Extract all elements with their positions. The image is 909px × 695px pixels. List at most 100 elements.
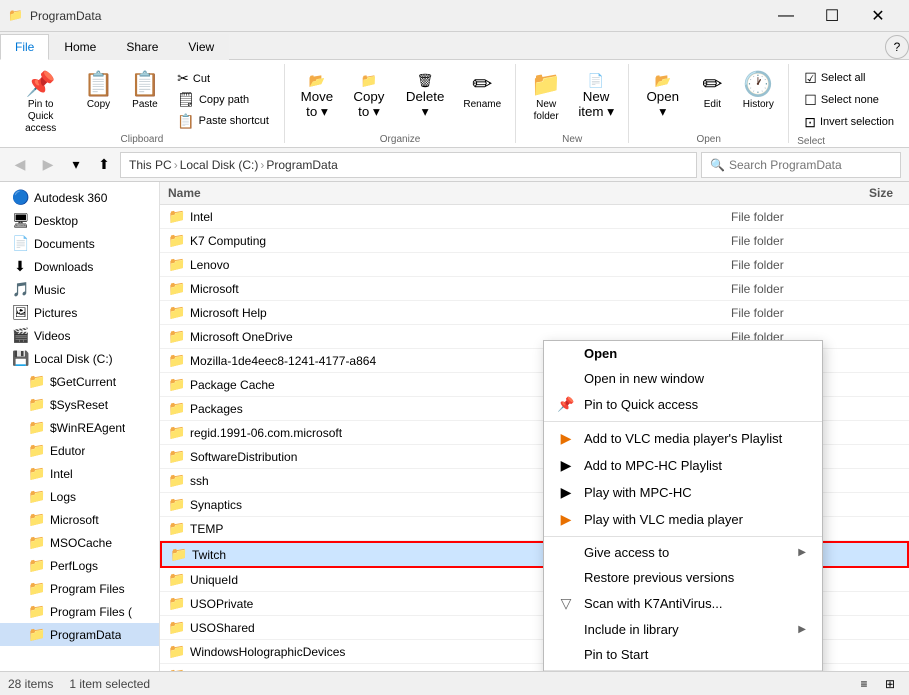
tab-view[interactable]: View (173, 34, 229, 60)
windows-holographic-name: WindowsHolographicDevices (190, 645, 571, 659)
sidebar-item-ssysreset[interactable]: 📁 $SysReset (0, 393, 159, 416)
select-all-button[interactable]: ☑ Select all (797, 68, 901, 88)
microsoft-icon: 📁 (28, 511, 44, 528)
edit-button[interactable]: ✏ Edit (692, 68, 732, 132)
sidebar-label-programdata: ProgramData (50, 628, 121, 642)
select-group-label: Select (797, 134, 901, 147)
paste-large-button[interactable]: 📋 Paste (124, 68, 166, 132)
sidebar-item-videos[interactable]: 🎬 Videos (0, 324, 159, 347)
ms-help-icon: 📁 (168, 304, 184, 321)
sidebar-item-desktop[interactable]: 🖥 Desktop (0, 209, 159, 232)
file-row-microsoft-help[interactable]: 📁 Microsoft Help File folder (160, 301, 909, 325)
move-to-button[interactable]: 📂 Moveto ▾ (293, 68, 341, 132)
sidebar-item-documents[interactable]: 📄 Documents (0, 232, 159, 255)
new-content: 📁 Newfolder 📄 Newitem ▾ (524, 68, 620, 132)
copy-path-label: Copy path (199, 94, 249, 106)
ctx-open-new-window[interactable]: Open in new window (544, 366, 822, 391)
ctx-play-mpc[interactable]: ▶ Play with MPC-HC (544, 479, 822, 506)
select-none-button[interactable]: ☐ Select none (797, 90, 901, 110)
sidebar-item-swinreagent[interactable]: 📁 $WinREAgent (0, 416, 159, 439)
usoshared-icon: 📁 (168, 619, 184, 636)
help-button[interactable]: ? (885, 35, 909, 59)
copy-path-button[interactable]: 🗒 Copy path (170, 90, 276, 110)
sidebar-item-sgetcurrent[interactable]: 📁 $GetCurrent (0, 370, 159, 393)
back-button[interactable]: ◀ (8, 153, 32, 177)
recent-locations-button[interactable]: ▾ (64, 153, 88, 177)
sidebar-item-localdisk[interactable]: 💾 Local Disk (C:) (0, 347, 159, 370)
pin-quick-access-button[interactable]: 📌 Pin to Quickaccess (8, 68, 73, 132)
path-thispc[interactable]: This PC (129, 158, 172, 172)
address-path[interactable]: This PC › Local Disk (C:) › ProgramData (120, 152, 697, 178)
ctx-add-mpc[interactable]: ▶ Add to MPC-HC Playlist (544, 452, 822, 479)
file-row-microsoft[interactable]: 📁 Microsoft File folder (160, 277, 909, 301)
microsoft-type: File folder (731, 282, 831, 296)
window-icon: 📁 (8, 8, 24, 24)
copy-icon: 📋 (84, 73, 114, 97)
up-button[interactable]: ⬆ (92, 153, 116, 177)
sgetcurrent-icon: 📁 (28, 373, 44, 390)
sidebar-item-intel[interactable]: 📁 Intel (0, 462, 159, 485)
sidebar-item-logs[interactable]: 📁 Logs (0, 485, 159, 508)
sidebar-item-music[interactable]: 🎵 Music (0, 278, 159, 301)
ctx-pin-start[interactable]: Pin to Start (544, 642, 822, 667)
ctx-give-access[interactable]: Give access to ▶ (544, 540, 822, 565)
ctx-pin-icon: 📌 (556, 396, 576, 413)
maximize-button[interactable]: ☐ (809, 0, 855, 32)
sidebar-item-msocache[interactable]: 📁 MSOCache (0, 531, 159, 554)
tab-file[interactable]: File (0, 34, 49, 60)
path-programdata[interactable]: ProgramData (266, 158, 337, 172)
open-button[interactable]: 📂 Open ▾ (637, 68, 688, 132)
paste-shortcut-button[interactable]: 📋 Paste shortcut (170, 111, 276, 131)
ribbon-group-organize: 📂 Moveto ▾ 📁 Copyto ▾ 🗑 Delete ▾ ✏ Renam… (285, 64, 516, 143)
ctx-play-vlc[interactable]: ▶ Play with VLC media player (544, 506, 822, 533)
ctx-pin-quick[interactable]: 📌 Pin to Quick access (544, 391, 822, 418)
ctx-pin-start-label: Pin to Start (584, 647, 648, 662)
usoprivate-name: USOPrivate (190, 597, 571, 611)
sidebar-item-microsoft[interactable]: 📁 Microsoft (0, 508, 159, 531)
close-button[interactable]: ✕ (855, 0, 901, 32)
ctx-restore-versions[interactable]: Restore previous versions (544, 565, 822, 590)
sidebar-item-perflogs[interactable]: 📁 PerfLogs (0, 554, 159, 577)
ctx-add-vlc[interactable]: ▶ Add to VLC media player's Playlist (544, 425, 822, 452)
sidebar-item-programdata[interactable]: 📁 ProgramData (0, 623, 159, 646)
ctx-restore-label: Restore previous versions (584, 570, 734, 585)
path-localdisk[interactable]: Local Disk (C:) (180, 158, 259, 172)
sidebar-item-pictures[interactable]: 🖼 Pictures (0, 301, 159, 324)
file-row-intel[interactable]: 📁 Intel File folder (160, 205, 909, 229)
tab-share[interactable]: Share (111, 34, 173, 60)
select-none-label: Select none (821, 94, 879, 106)
history-button[interactable]: 🕐 History (736, 68, 780, 132)
delete-button[interactable]: 🗑 Delete ▾ (397, 68, 453, 132)
new-folder-button[interactable]: 📁 Newfolder (524, 68, 568, 132)
sidebar-item-program-files[interactable]: 📁 Program Files (0, 577, 159, 600)
tab-home[interactable]: Home (49, 34, 111, 60)
localdisk-icon: 💾 (12, 350, 28, 367)
rename-button[interactable]: ✏ Rename (457, 68, 507, 132)
path-sep1: › (174, 158, 178, 172)
tiles-view-button[interactable]: ⊞ (879, 674, 901, 694)
ctx-open[interactable]: Open (544, 341, 822, 366)
twitch-icon: 📁 (170, 546, 186, 563)
minimize-button[interactable]: — (763, 0, 809, 32)
sidebar-item-downloads[interactable]: ⬇ Downloads (0, 255, 159, 278)
ctx-include-library[interactable]: Include in library ▶ (544, 617, 822, 642)
file-list-container: Name Size 📁 Intel File folder 📁 K7 Compu… (160, 182, 909, 671)
copy-to-button[interactable]: 📁 Copyto ▾ (345, 68, 393, 132)
cut-button[interactable]: ✂ Cut (170, 69, 276, 89)
videos-icon: 🎬 (12, 327, 28, 344)
file-row-lenovo[interactable]: 📁 Lenovo File folder (160, 253, 909, 277)
ctx-scan-k7[interactable]: ▽ Scan with K7AntiVirus... (544, 590, 822, 617)
sidebar-item-autodesk360[interactable]: 🔵 Autodesk 360 (0, 186, 159, 209)
paste-shortcut-label: Paste shortcut (199, 115, 269, 127)
forward-button[interactable]: ▶ (36, 153, 60, 177)
sidebar-label-program-files-x86: Program Files ( (50, 605, 132, 619)
new-item-button[interactable]: 📄 Newitem ▾ (572, 68, 620, 132)
sidebar-item-edutor[interactable]: 📁 Edutor (0, 439, 159, 462)
clipboard-label: Clipboard (121, 132, 164, 145)
file-row-k7[interactable]: 📁 K7 Computing File folder (160, 229, 909, 253)
copy-large-button[interactable]: 📋 Copy (77, 68, 119, 132)
sidebar-item-program-files-x86[interactable]: 📁 Program Files ( (0, 600, 159, 623)
details-view-button[interactable]: ≡ (853, 674, 875, 694)
search-input[interactable] (729, 158, 892, 172)
invert-selection-button[interactable]: ⊡ Invert selection (797, 112, 901, 132)
